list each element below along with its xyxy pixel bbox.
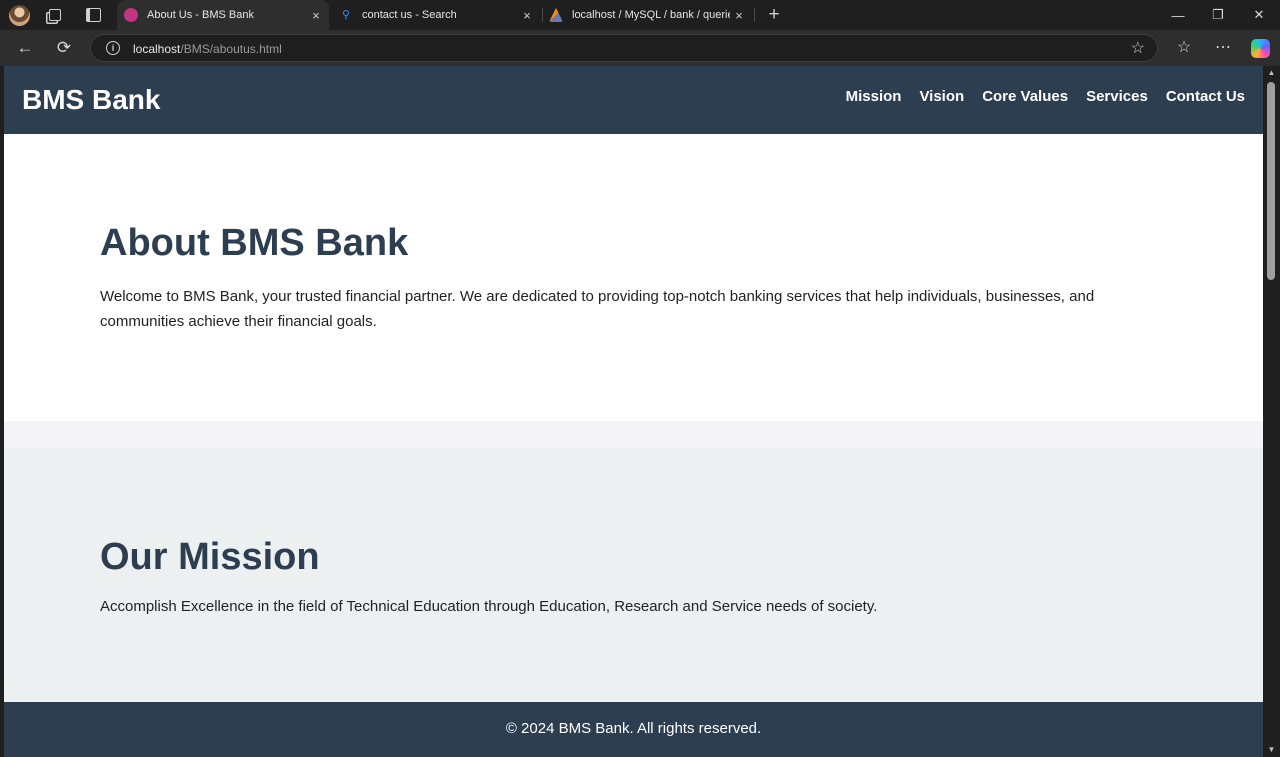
nav-link-services[interactable]: Services <box>1086 88 1148 105</box>
new-tab-icon[interactable]: + <box>764 4 784 26</box>
tab-title: contact us - Search <box>362 9 457 21</box>
mission-heading: Our Mission <box>100 536 320 578</box>
nav-link-core-values[interactable]: Core Values <box>982 88 1068 105</box>
tab-close-icon[interactable]: × <box>307 8 325 23</box>
favorites-icon[interactable]: ☆ <box>1172 36 1196 60</box>
search-favicon-icon: ⚲ <box>341 9 351 21</box>
tab-strip: About Us - BMS Bank × ⚲ contact us - Sea… <box>0 0 1280 30</box>
tab-close-icon[interactable]: × <box>518 8 536 23</box>
site-info-icon[interactable]: i <box>106 41 120 55</box>
section-divider <box>4 421 1263 448</box>
tab-title: About Us - BMS Bank <box>147 9 254 21</box>
tab-about-us[interactable]: About Us - BMS Bank × <box>117 0 329 30</box>
copilot-icon[interactable] <box>1251 39 1270 58</box>
tab-phpmyadmin[interactable]: localhost / MySQL / bank / queries × <box>545 0 752 30</box>
site-favicon-icon <box>124 8 138 22</box>
tab-actions-icon[interactable] <box>84 7 102 23</box>
page-scrollbar[interactable]: ▲ ▼ <box>1263 66 1280 757</box>
address-toolbar: ← ⟳ i localhost/BMS/aboutus.html ☆ ☆ ⋯ <box>0 30 1280 66</box>
profile-avatar[interactable] <box>9 5 30 26</box>
workspaces-icon[interactable] <box>46 7 64 23</box>
refresh-icon[interactable]: ⟳ <box>52 36 76 60</box>
back-icon[interactable]: ← <box>13 36 37 60</box>
url-path: /BMS/aboutus.html <box>180 42 282 56</box>
site-footer: © 2024 BMS Bank. All rights reserved. <box>4 702 1263 757</box>
address-bar[interactable]: i localhost/BMS/aboutus.html ☆ <box>90 34 1158 62</box>
nav-link-mission[interactable]: Mission <box>846 88 902 105</box>
scroll-down-icon[interactable]: ▼ <box>1263 745 1280 754</box>
tab-close-icon[interactable]: × <box>730 8 748 23</box>
favorite-star-icon[interactable]: ☆ <box>1131 38 1145 58</box>
footer-copyright: © 2024 BMS Bank. All rights reserved. <box>505 720 762 737</box>
restore-icon[interactable]: ❐ <box>1197 0 1239 30</box>
minimize-icon[interactable]: — <box>1157 0 1199 30</box>
mission-section: Our Mission Accomplish Excellence in the… <box>4 448 1263 702</box>
tab-search[interactable]: ⚲ contact us - Search × <box>333 0 540 30</box>
window-close-icon[interactable]: ✕ <box>1238 0 1280 30</box>
page-viewport: BMS Bank Mission Vision Core Values Serv… <box>4 66 1263 757</box>
about-section: About BMS Bank Welcome to BMS Bank, your… <box>4 134 1263 421</box>
tab-divider <box>754 8 755 22</box>
site-nav: Mission Vision Core Values Services Cont… <box>846 88 1245 105</box>
about-heading: About BMS Bank <box>100 222 409 264</box>
site-header: BMS Bank Mission Vision Core Values Serv… <box>4 66 1263 134</box>
nav-link-vision[interactable]: Vision <box>919 88 964 105</box>
url-text[interactable]: localhost/BMS/aboutus.html <box>133 42 282 56</box>
site-logo[interactable]: BMS Bank <box>22 84 160 116</box>
about-text: Welcome to BMS Bank, your trusted financ… <box>100 288 1095 330</box>
tab-title: localhost / MySQL / bank / queries <box>572 9 730 21</box>
phpmyadmin-favicon-icon <box>549 8 563 22</box>
nav-link-contact-us[interactable]: Contact Us <box>1166 88 1245 105</box>
url-host: localhost <box>133 42 181 56</box>
scroll-up-icon[interactable]: ▲ <box>1263 68 1280 77</box>
more-menu-icon[interactable]: ⋯ <box>1211 36 1235 60</box>
scrollbar-thumb[interactable] <box>1267 82 1275 280</box>
tab-divider <box>542 8 543 22</box>
mission-text: Accomplish Excellence in the field of Te… <box>100 598 878 615</box>
